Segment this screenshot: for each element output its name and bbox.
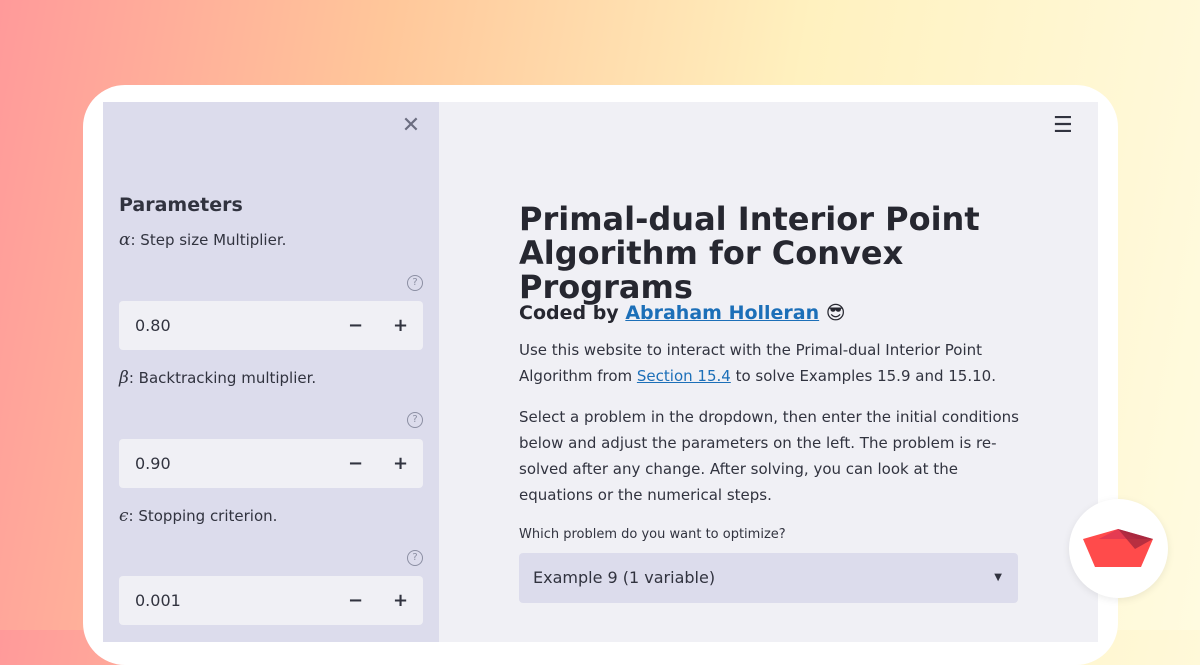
alpha-decrement-button[interactable]: − (333, 301, 378, 350)
byline: Coded by Abraham Holleran 😎 (519, 302, 846, 324)
help-circle-icon[interactable]: ? (407, 275, 423, 291)
epsilon-number-input: − + (119, 576, 423, 625)
help-circle-icon[interactable]: ? (407, 550, 423, 566)
main-content: Primal-dual Interior Point Algorithm for… (519, 102, 1019, 642)
close-icon[interactable]: ✕ (401, 114, 421, 138)
intro-paragraph: Use this website to interact with the Pr… (519, 337, 1019, 389)
beta-input[interactable] (119, 439, 333, 488)
epsilon-decrement-button[interactable]: − (333, 576, 378, 625)
param-epsilon-label: ϵ: Stopping criterion. (119, 506, 277, 526)
help-circle-icon[interactable]: ? (407, 412, 423, 428)
app-window: ✕ Parameters α: Step size Multiplier. ? … (103, 102, 1098, 642)
instructions-paragraph: Select a problem in the dropdown, then e… (519, 408, 1019, 504)
epsilon-input[interactable] (119, 576, 333, 625)
param-epsilon-text: : Stopping criterion. (128, 507, 278, 525)
problem-select[interactable]: Example 9 (1 variable) ▼ (519, 553, 1018, 603)
param-alpha-text: : Step size Multiplier. (130, 231, 287, 249)
author-link[interactable]: Abraham Holleran (625, 302, 819, 324)
section-link[interactable]: Section 15.4 (637, 367, 731, 385)
beta-symbol: β (119, 368, 129, 388)
param-beta-label: β: Backtracking multiplier. (119, 368, 316, 388)
problem-select-label: Which problem do you want to optimize? (519, 527, 786, 542)
byline-prefix: Coded by (519, 302, 626, 324)
alpha-input[interactable] (119, 301, 333, 350)
hamburger-menu-icon[interactable]: ☰ (1053, 114, 1073, 138)
param-beta-text: : Backtracking multiplier. (128, 369, 317, 387)
alpha-increment-button[interactable]: + (378, 301, 423, 350)
intro-text-after: to solve Examples 15.9 and 15.10. (730, 367, 996, 385)
epsilon-increment-button[interactable]: + (378, 576, 423, 625)
sunglasses-emoji-icon: 😎 (825, 302, 846, 324)
beta-decrement-button[interactable]: − (333, 439, 378, 488)
sidebar-title: Parameters (119, 194, 243, 216)
problem-select-value: Example 9 (1 variable) (533, 568, 716, 587)
sidebar: ✕ Parameters α: Step size Multiplier. ? … (103, 102, 439, 642)
beta-increment-button[interactable]: + (378, 439, 423, 488)
chevron-down-icon: ▼ (994, 572, 1002, 583)
beta-number-input: − + (119, 439, 423, 488)
param-alpha-label: α: Step size Multiplier. (119, 230, 286, 250)
streamlit-logo-icon (1083, 529, 1153, 567)
epsilon-symbol: ϵ (119, 506, 129, 526)
alpha-number-input: − + (119, 301, 423, 350)
page-title: Primal-dual Interior Point Algorithm for… (519, 200, 980, 306)
brand-badge[interactable] (1069, 499, 1168, 598)
alpha-symbol: α (119, 230, 131, 250)
